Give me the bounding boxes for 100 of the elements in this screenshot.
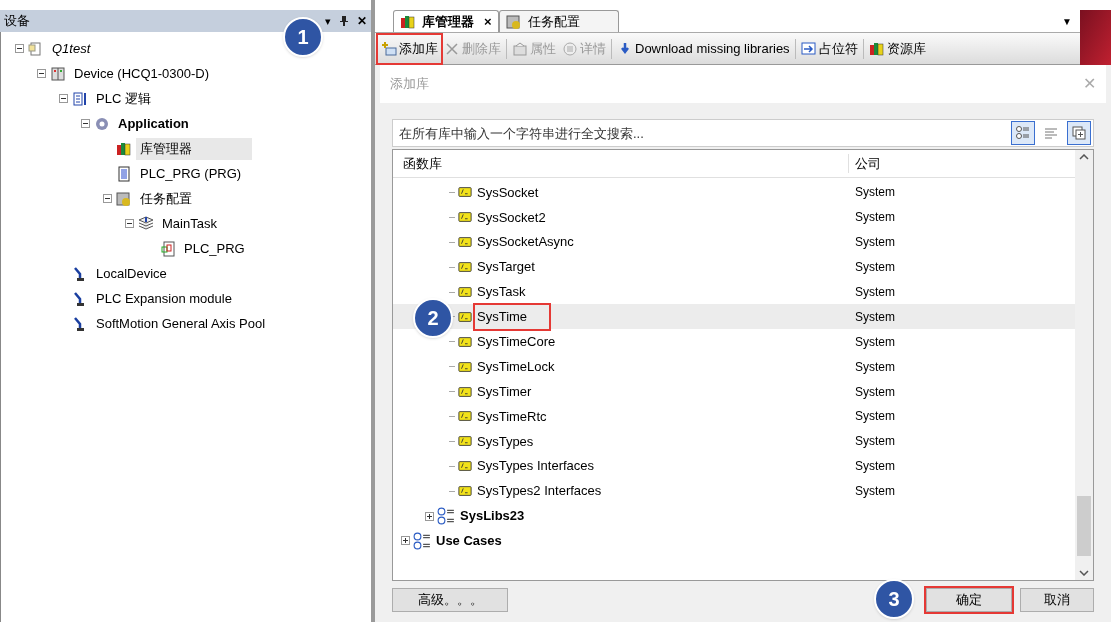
collapse-toggle[interactable] (37, 69, 46, 78)
editor-tab[interactable]: 库管理器 × (393, 10, 499, 32)
editor-tab[interactable]: 任务配置 (498, 10, 619, 32)
document-icon (160, 240, 176, 257)
cancel-button[interactable]: 取消 (1020, 588, 1094, 612)
cross-icon (444, 40, 460, 57)
tree-item[interactable]: PLC 逻辑 (92, 87, 155, 110)
tree-item[interactable]: Q1test (48, 37, 95, 60)
library-name: SysSocket (476, 183, 540, 202)
library-name: SysTimeRtc (476, 407, 548, 426)
library-row[interactable]: SysSocketAsync System (393, 229, 1075, 255)
library-icon (458, 285, 472, 299)
library-name: SysTypes (476, 432, 535, 451)
properties-icon (512, 40, 528, 57)
company-cell-text: System (854, 433, 895, 451)
tree-item[interactable]: 任务配置 (136, 187, 196, 210)
library-icon (458, 409, 472, 424)
tree-item[interactable]: SoftMotion General Axis Pool (92, 312, 270, 335)
document-icon (72, 90, 88, 107)
library-group-icon (437, 507, 455, 525)
library-row[interactable]: Use Cases (393, 528, 1075, 554)
library-icon (458, 359, 472, 374)
tree-item[interactable]: PLC_PRG (180, 237, 249, 260)
dropdown-button[interactable]: ▾ (325, 12, 331, 30)
company-cell-text: System (854, 308, 895, 326)
library-name: SysLibs23 (459, 507, 526, 526)
expand-toggle[interactable] (401, 536, 410, 546)
pin-icon[interactable] (339, 15, 349, 27)
advanced-button[interactable]: 高级。。。 (392, 588, 508, 612)
toolbar-button[interactable]: 占位符 (797, 34, 861, 63)
column-header[interactable]: 函数库 (393, 153, 849, 174)
toolbar-button[interactable]: 添加库 (378, 34, 441, 63)
collapse-toggle[interactable] (125, 219, 134, 228)
company-cell-text: System (854, 483, 895, 501)
library-name: SysTarget (476, 258, 536, 277)
library-icon (458, 210, 472, 225)
library-name: SysTask (476, 283, 527, 302)
company-cell-text: System (854, 284, 895, 301)
desktop-background (1080, 10, 1111, 65)
tree-item[interactable]: PLC Expansion module (92, 287, 236, 310)
library-row[interactable]: SysTypes System (393, 428, 1075, 454)
library-icon (458, 260, 472, 275)
library-name: SysSocket2 (476, 208, 547, 227)
library-name: SysSocketAsync (476, 233, 575, 252)
folder-icon (116, 190, 132, 207)
library-group-icon (413, 531, 431, 550)
device-icon (50, 65, 66, 82)
library-row[interactable]: SysTypes2 Interfaces System (393, 478, 1075, 504)
ok-button[interactable]: 确定 (926, 588, 1012, 612)
collapse-toggle[interactable] (15, 44, 24, 53)
tree-item[interactable]: PLC_PRG (PRG) (136, 162, 246, 185)
books-icon (868, 40, 885, 57)
step-number: 2 (413, 297, 453, 338)
tree-item[interactable]: LocalDevice (92, 262, 171, 285)
company-cell-text: System (854, 184, 895, 202)
library-name: SysTypes2 Interfaces (476, 482, 603, 501)
library-name: SysTimer (476, 382, 533, 401)
toolbar-button[interactable]: Download missing libraries (614, 34, 793, 63)
library-icon (458, 484, 472, 499)
library-icon (458, 334, 472, 349)
document-icon (28, 40, 44, 57)
library-icon (458, 459, 472, 474)
dialog-title: 添加库 (390, 75, 430, 94)
scroll-down-icon[interactable] (1079, 570, 1089, 576)
tree-item[interactable]: MainTask (158, 212, 221, 235)
library-icon (458, 384, 472, 399)
company-cell-text: System (854, 333, 895, 351)
company-cell-text: System (854, 408, 895, 426)
collapse-toggle[interactable] (81, 119, 90, 128)
company-cell-text: System (854, 209, 895, 227)
collapse-toggle[interactable] (59, 94, 68, 103)
library-row[interactable]: SysTimer System (393, 379, 1075, 404)
company-cell-text: System (854, 358, 895, 376)
library-row[interactable]: SysTimeRtc System (393, 404, 1075, 429)
stack-icon (138, 215, 154, 232)
library-row[interactable]: SysLibs23 (393, 503, 1075, 529)
document-icon (116, 165, 132, 182)
tree-item[interactable]: Application (114, 112, 193, 135)
library-row[interactable]: SysSocket System (393, 180, 1075, 205)
library-row[interactable]: SysTimeLock System (393, 354, 1075, 380)
expand-toggle[interactable] (425, 511, 434, 521)
library-row[interactable]: SysTypes Interfaces System (393, 453, 1075, 479)
scroll-up-icon[interactable] (1079, 154, 1089, 160)
library-row[interactable]: SysSocket2 System (393, 204, 1075, 230)
close-button[interactable]: ✕ (357, 12, 367, 30)
books-icon (116, 140, 132, 157)
column-header[interactable]: 公司 (849, 153, 881, 174)
company-cell-text: System (854, 458, 895, 476)
scrollbar-thumb[interactable] (1077, 496, 1091, 556)
library-row[interactable]: SysTarget System (393, 254, 1075, 280)
tabs-dropdown-button[interactable]: ▼ (1062, 14, 1072, 29)
collapse-toggle[interactable] (103, 194, 112, 203)
tree-item[interactable]: Device (HCQ1-0300-D) (70, 62, 214, 85)
library-name: Use Cases (435, 532, 503, 551)
tree-item[interactable]: 库管理器 (136, 137, 252, 160)
library-name: SysTimeLock (476, 357, 556, 376)
library-icon (458, 309, 472, 324)
library-name: SysTimeCore (476, 333, 557, 352)
details-icon (562, 40, 578, 57)
toolbar-button[interactable]: 资源库 (865, 34, 929, 63)
